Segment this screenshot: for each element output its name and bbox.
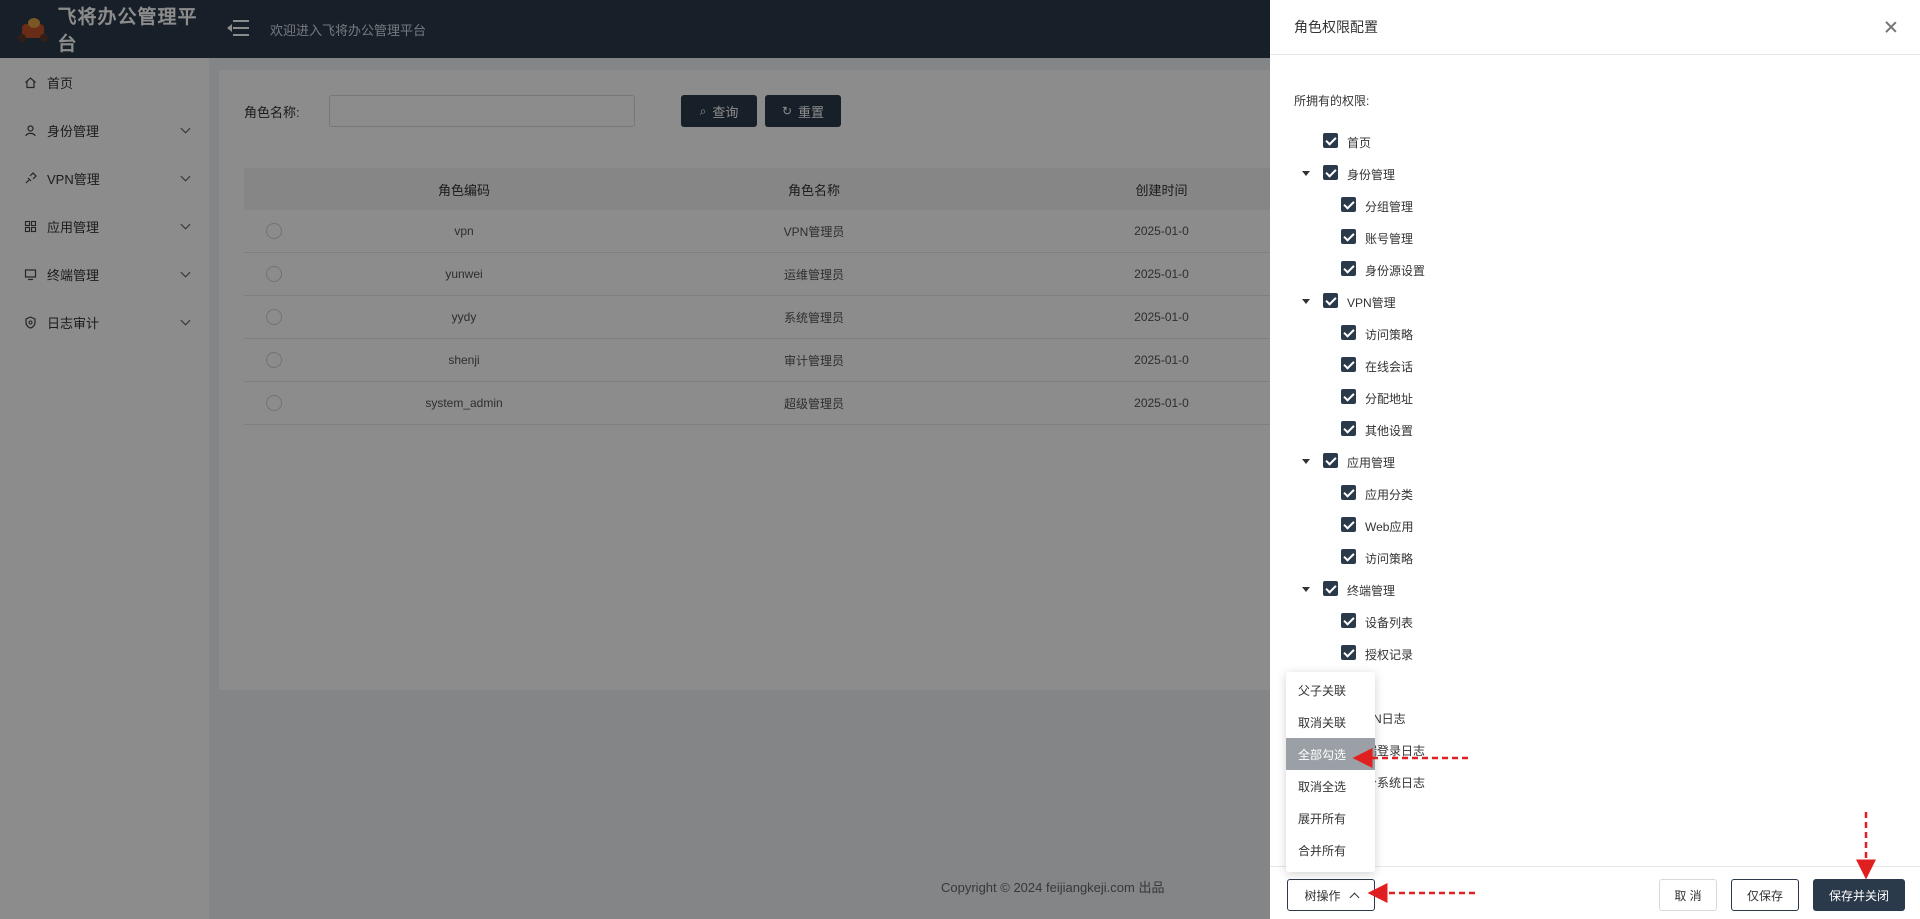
- save-and-close-button[interactable]: 保存并关闭: [1813, 879, 1905, 911]
- tree-ops-dropdown: 父子关联 取消关联 全部勾选 取消全选 展开所有 合并所有: [1286, 672, 1375, 872]
- checkbox[interactable]: [1341, 357, 1356, 372]
- tree-ops-button[interactable]: 树操作: [1287, 879, 1375, 911]
- drawer-header: 角色权限配置: [1270, 0, 1920, 55]
- tree-node[interactable]: 身份管理: [1270, 157, 1920, 189]
- tree-node[interactable]: 首页: [1270, 125, 1920, 157]
- checkbox[interactable]: [1341, 645, 1356, 660]
- tree-node[interactable]: 分组管理: [1270, 189, 1920, 221]
- checkbox[interactable]: [1341, 549, 1356, 564]
- checkbox[interactable]: [1323, 165, 1338, 180]
- tree-node-label: 访问策略: [1365, 552, 1414, 566]
- cancel-button[interactable]: 取 消: [1659, 879, 1717, 911]
- tree-node[interactable]: 授权记录: [1270, 637, 1920, 669]
- tree-node-label: VPN管理: [1347, 296, 1396, 310]
- tree-node-label: 终端管理: [1347, 584, 1396, 598]
- chevron-up-icon: [1349, 892, 1359, 902]
- close-icon[interactable]: [1884, 20, 1898, 34]
- tree-node[interactable]: 应用管理: [1270, 445, 1920, 477]
- tree-node-label: 分组管理: [1365, 200, 1414, 214]
- tree-node[interactable]: 终端管理: [1270, 573, 1920, 605]
- tree-node-label: 授权记录: [1365, 648, 1414, 662]
- permissions-label: 所拥有的权限:: [1294, 94, 1370, 108]
- tree-node[interactable]: 身份源设置: [1270, 253, 1920, 285]
- tree-node-label: 账号管理: [1365, 232, 1414, 246]
- tree-node[interactable]: 访问策略: [1270, 541, 1920, 573]
- checkbox[interactable]: [1341, 485, 1356, 500]
- tree-node-label: 访问策略: [1365, 328, 1414, 342]
- modal-overlay[interactable]: [0, 0, 1270, 919]
- checkbox[interactable]: [1341, 325, 1356, 340]
- tree-node[interactable]: 访问策略: [1270, 317, 1920, 349]
- caret-down-icon[interactable]: [1302, 459, 1310, 464]
- tree-node-label: 身份源设置: [1365, 264, 1426, 278]
- tree-node-label: 应用管理: [1347, 456, 1396, 470]
- drawer-title: 角色权限配置: [1294, 19, 1378, 35]
- checkbox[interactable]: [1341, 261, 1356, 276]
- checkbox[interactable]: [1341, 229, 1356, 244]
- tree-node[interactable]: VPN管理: [1270, 285, 1920, 317]
- tree-node[interactable]: 其他设置: [1270, 413, 1920, 445]
- dropdown-item-expand-all[interactable]: 展开所有: [1286, 802, 1375, 834]
- dropdown-item-select-all[interactable]: 全部勾选: [1286, 738, 1375, 770]
- tree-node-label: 设备列表: [1365, 616, 1414, 630]
- tree-node[interactable]: 在线会话: [1270, 349, 1920, 381]
- checkbox[interactable]: [1341, 613, 1356, 628]
- checkbox[interactable]: [1323, 133, 1338, 148]
- tree-node-label: 在线会话: [1365, 360, 1414, 374]
- drawer-footer: 树操作 取 消 仅保存 保存并关闭: [1270, 866, 1920, 919]
- tree-node[interactable]: 分配地址: [1270, 381, 1920, 413]
- checkbox[interactable]: [1323, 293, 1338, 308]
- checkbox[interactable]: [1341, 197, 1356, 212]
- tree-node-label: 应用分类: [1365, 488, 1414, 502]
- checkbox[interactable]: [1323, 453, 1338, 468]
- dropdown-item-unlink[interactable]: 取消关联: [1286, 706, 1375, 738]
- save-only-button[interactable]: 仅保存: [1731, 879, 1799, 911]
- checkbox[interactable]: [1341, 421, 1356, 436]
- dropdown-item-deselect-all[interactable]: 取消全选: [1286, 770, 1375, 802]
- checkbox[interactable]: [1323, 581, 1338, 596]
- tree-node-label: 其他设置: [1365, 424, 1414, 438]
- checkbox[interactable]: [1341, 389, 1356, 404]
- tree-node[interactable]: Web应用: [1270, 509, 1920, 541]
- checkbox[interactable]: [1341, 517, 1356, 532]
- dropdown-item-collapse-all[interactable]: 合并所有: [1286, 834, 1375, 866]
- tree-node-label: 分配地址: [1365, 392, 1414, 406]
- tree-node[interactable]: 应用分类: [1270, 477, 1920, 509]
- tree-node[interactable]: 账号管理: [1270, 221, 1920, 253]
- caret-down-icon[interactable]: [1302, 299, 1310, 304]
- tree-node[interactable]: 设备列表: [1270, 605, 1920, 637]
- tree-node-label: Web应用: [1365, 520, 1414, 534]
- tree-node-label: 身份管理: [1347, 168, 1396, 182]
- caret-down-icon[interactable]: [1302, 587, 1310, 592]
- tree-node-label: 首页: [1347, 136, 1372, 150]
- dropdown-item-parent-child-link[interactable]: 父子关联: [1286, 674, 1375, 706]
- caret-down-icon[interactable]: [1302, 171, 1310, 176]
